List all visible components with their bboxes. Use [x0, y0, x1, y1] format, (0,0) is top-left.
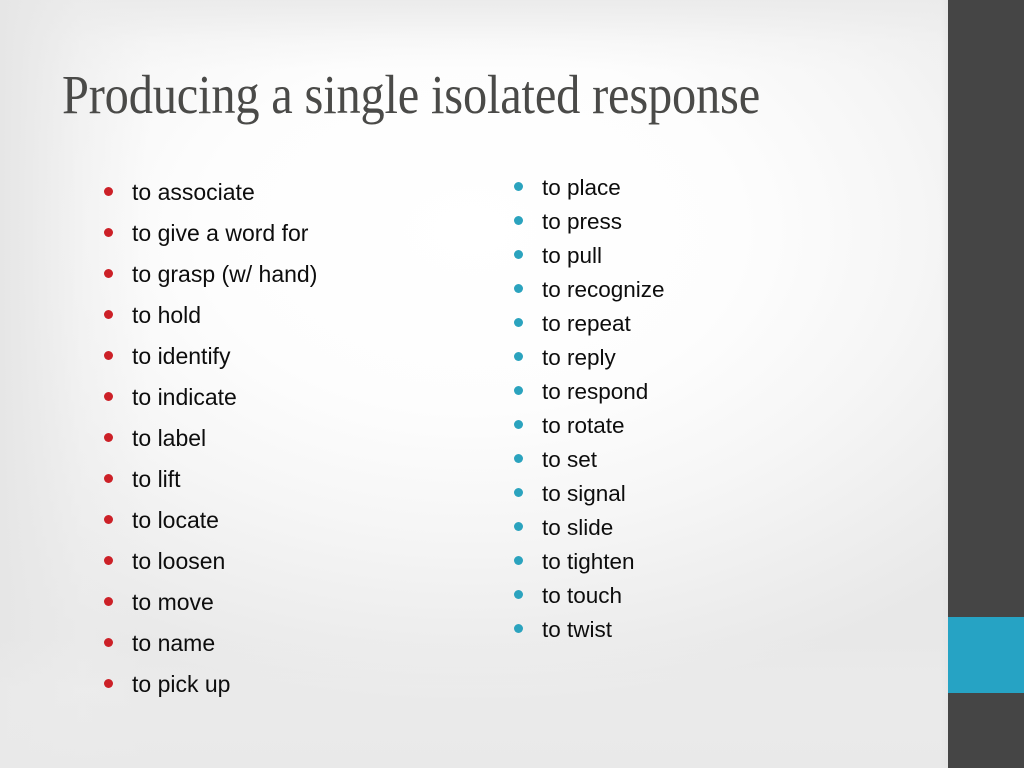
- list-item-label: to set: [542, 447, 598, 472]
- list-item-label: to label: [132, 425, 207, 451]
- list-item-label: to signal: [542, 481, 626, 506]
- list-item-label: to locate: [132, 507, 219, 533]
- bullet-dot-icon: [514, 454, 523, 463]
- background-top-shade: [0, 0, 1024, 70]
- list-item: to rotate: [514, 412, 914, 446]
- list-item-label: to indicate: [132, 384, 237, 410]
- bullet-dot-icon: [514, 250, 523, 259]
- list-item-label: to respond: [542, 379, 649, 404]
- list-item: to set: [514, 446, 914, 480]
- list-item: to respond: [514, 378, 914, 412]
- list-item-label: to repeat: [542, 311, 631, 336]
- slide-title: Producing a single isolated response: [62, 64, 761, 125]
- list-item-label: to associate: [132, 179, 255, 205]
- list-item: to give a word for: [104, 220, 484, 261]
- list-item-label: to slide: [542, 515, 614, 540]
- slide-canvas: Producing a single isolated response to …: [0, 0, 1024, 768]
- list-item-label: to reply: [542, 345, 616, 370]
- list-item-label: to touch: [542, 583, 623, 608]
- list-item: to tighten: [514, 548, 914, 582]
- bullet-dot-icon: [104, 269, 113, 278]
- bullet-dot-icon: [514, 352, 523, 361]
- bullet-dot-icon: [514, 590, 523, 599]
- bullet-dot-icon: [514, 522, 523, 531]
- bullet-dot-icon: [514, 386, 523, 395]
- list-item-label: to rotate: [542, 413, 625, 438]
- list-item-label: to lift: [132, 466, 181, 492]
- list-item: to move: [104, 589, 484, 630]
- list-item-label: to move: [132, 589, 214, 615]
- bullet-dot-icon: [104, 515, 113, 524]
- side-bar-dark-lower-segment: [948, 693, 1024, 768]
- bullet-dot-icon: [104, 310, 113, 319]
- list-item: to repeat: [514, 310, 914, 344]
- list-item: to pick up: [104, 671, 484, 712]
- list-item: to lift: [104, 466, 484, 507]
- bullet-column-right: to place to press to pull to recognize t…: [514, 174, 914, 650]
- bullet-dot-icon: [104, 556, 113, 565]
- list-item: to press: [514, 208, 914, 242]
- bullet-dot-icon: [514, 182, 523, 191]
- list-item: to signal: [514, 480, 914, 514]
- list-item: to identify: [104, 343, 484, 384]
- list-item-label: to press: [542, 209, 623, 234]
- list-item-label: to place: [542, 175, 621, 200]
- list-item: to reply: [514, 344, 914, 378]
- list-item: to loosen: [104, 548, 484, 589]
- side-bar-dark-upper-segment: [948, 0, 1024, 617]
- bullet-dot-icon: [514, 420, 523, 429]
- list-item: to grasp (w/ hand): [104, 261, 484, 302]
- list-item: to pull: [514, 242, 914, 276]
- list-item: to hold: [104, 302, 484, 343]
- list-item: to place: [514, 174, 914, 208]
- bullet-dot-icon: [104, 679, 113, 688]
- bullet-dot-icon: [104, 228, 113, 237]
- list-item: to twist: [514, 616, 914, 650]
- list-item-label: to tighten: [542, 549, 635, 574]
- list-item-label: to identify: [132, 343, 231, 369]
- bullet-dot-icon: [514, 216, 523, 225]
- list-item-label: to pick up: [132, 671, 231, 697]
- list-item-label: to pull: [542, 243, 603, 268]
- bullet-dot-icon: [104, 597, 113, 606]
- list-item-label: to recognize: [542, 277, 665, 302]
- bullet-dot-icon: [104, 392, 113, 401]
- list-item-label: to name: [132, 630, 216, 656]
- list-item-label: to hold: [132, 302, 202, 328]
- list-item-label: to grasp (w/ hand): [132, 261, 318, 287]
- bullet-dot-icon: [514, 488, 523, 497]
- bullet-dot-icon: [514, 556, 523, 565]
- list-item: to label: [104, 425, 484, 466]
- list-item-label: to give a word for: [132, 220, 309, 246]
- bullet-dot-icon: [514, 624, 523, 633]
- bullet-dot-icon: [104, 187, 113, 196]
- bullet-dot-icon: [104, 433, 113, 442]
- list-item-label: to twist: [542, 617, 613, 642]
- list-item: to slide: [514, 514, 914, 548]
- bullet-dot-icon: [514, 318, 523, 327]
- bullet-dot-icon: [514, 284, 523, 293]
- bullet-dot-icon: [104, 638, 113, 647]
- bullet-dot-icon: [104, 474, 113, 483]
- list-item-label: to loosen: [132, 548, 226, 574]
- list-item: to recognize: [514, 276, 914, 310]
- side-bar-accent-segment: [948, 617, 1024, 693]
- list-item: to touch: [514, 582, 914, 616]
- list-item: to associate: [104, 179, 484, 220]
- bullet-column-left: to associate to give a word for to grasp…: [104, 179, 484, 712]
- list-item: to name: [104, 630, 484, 671]
- side-decoration-bar: [948, 0, 1024, 768]
- bullet-dot-icon: [104, 351, 113, 360]
- list-item: to indicate: [104, 384, 484, 425]
- list-item: to locate: [104, 507, 484, 548]
